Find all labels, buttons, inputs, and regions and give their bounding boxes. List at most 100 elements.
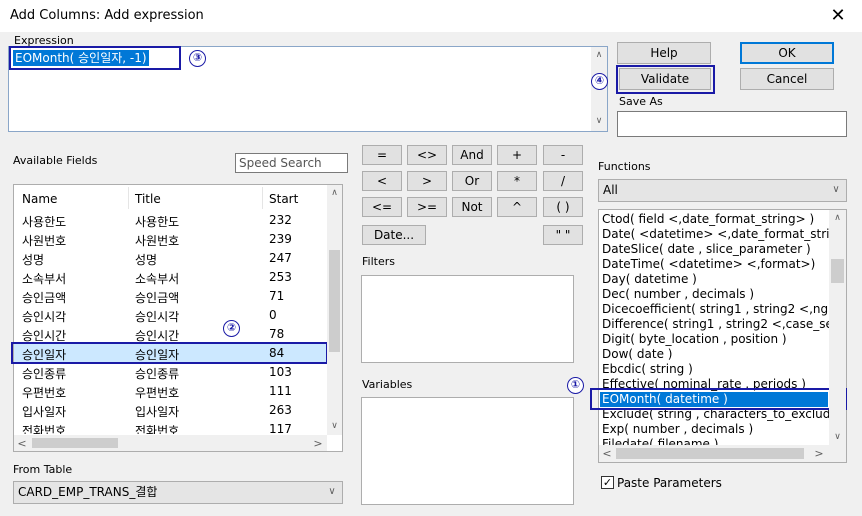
operator-not-button[interactable]: Not bbox=[452, 197, 492, 217]
functions-vertical-scrollbar[interactable] bbox=[829, 210, 846, 445]
field-start: 263 bbox=[269, 403, 292, 417]
function-item[interactable]: Exp( number , decimals ) bbox=[602, 422, 753, 437]
expression-marker: ③ bbox=[189, 50, 206, 67]
field-name[interactable]: 우편번호 bbox=[22, 384, 66, 401]
function-item[interactable]: DateTime( <datetime> <,format>) bbox=[602, 257, 815, 272]
scroll-up-icon[interactable]: ∧ bbox=[591, 50, 607, 60]
date-button[interactable]: Date... bbox=[362, 225, 426, 245]
scroll-left-icon[interactable]: < bbox=[15, 437, 29, 450]
from-table-value: CARD_EMP_TRANS_결합 bbox=[18, 485, 158, 499]
scroll-up-icon[interactable]: ∧ bbox=[327, 188, 342, 198]
operator-less-equal-button[interactable]: <= bbox=[362, 197, 402, 217]
column-divider bbox=[262, 187, 263, 209]
fields-hscroll-thumb[interactable] bbox=[32, 438, 118, 448]
field-title: 입사일자 bbox=[135, 405, 180, 419]
scroll-down-icon[interactable]: ∨ bbox=[327, 421, 342, 431]
field-title: 소속부서 bbox=[135, 272, 180, 286]
field-title: 성명 bbox=[135, 253, 158, 267]
operator-and-button[interactable]: And bbox=[452, 145, 492, 165]
scroll-down-icon[interactable]: ∨ bbox=[829, 432, 846, 442]
field-title: 전화번호 bbox=[135, 424, 180, 434]
function-item[interactable]: Day( datetime ) bbox=[602, 272, 697, 287]
save-as-label: Save As bbox=[619, 95, 663, 108]
variables-label: Variables bbox=[362, 378, 413, 391]
scroll-right-icon[interactable]: > bbox=[311, 437, 325, 450]
help-button[interactable]: Help bbox=[617, 42, 711, 64]
operator-or-button[interactable]: Or bbox=[452, 171, 492, 191]
validate-marker: ④ bbox=[591, 73, 608, 90]
field-start: 117 bbox=[269, 422, 292, 434]
operator-parentheses-button[interactable]: ( ) bbox=[543, 197, 583, 217]
variables-list[interactable] bbox=[361, 397, 574, 505]
operator-divide-button[interactable]: / bbox=[543, 171, 583, 191]
function-item[interactable]: Dec( number , decimals ) bbox=[602, 287, 754, 302]
field-start: 247 bbox=[269, 251, 292, 265]
field-name[interactable]: 사용한도 bbox=[22, 213, 66, 230]
function-item[interactable]: Dow( date ) bbox=[602, 347, 672, 362]
field-start: 253 bbox=[269, 270, 292, 284]
from-table-dropdown[interactable]: CARD_EMP_TRANS_결합 bbox=[13, 481, 343, 504]
operator-greater-equal-button[interactable]: >= bbox=[407, 197, 447, 217]
field-start: 239 bbox=[269, 232, 292, 246]
functions-scroll-thumb[interactable] bbox=[831, 259, 844, 283]
function-item[interactable]: Filedate( filename ) bbox=[602, 437, 718, 445]
scroll-down-icon[interactable]: ∨ bbox=[591, 116, 607, 126]
field-name[interactable]: 승인시각 bbox=[22, 308, 66, 325]
paste-parameters-checkbox[interactable]: ✓ bbox=[601, 476, 614, 489]
function-item[interactable]: Digit( byte_location , position ) bbox=[602, 332, 787, 347]
cancel-button[interactable]: Cancel bbox=[740, 68, 834, 90]
field-title: 우편번호 bbox=[135, 386, 180, 400]
selected-function-highlight-box bbox=[590, 388, 847, 410]
close-icon[interactable]: ✕ bbox=[826, 4, 850, 28]
column-header-title[interactable]: Title bbox=[135, 192, 161, 206]
scroll-left-icon[interactable]: < bbox=[600, 447, 614, 460]
operator-power-button[interactable]: ^ bbox=[497, 197, 537, 217]
function-item[interactable]: DateSlice( date , slice_parameter ) bbox=[602, 242, 811, 257]
operator-greater-than-button[interactable]: > bbox=[407, 171, 447, 191]
operator-not-equal-button[interactable]: <> bbox=[407, 145, 447, 165]
field-name[interactable]: 전화번호 bbox=[22, 422, 66, 434]
functions-category-dropdown[interactable]: All bbox=[598, 179, 847, 202]
field-name[interactable]: 승인금액 bbox=[22, 289, 66, 306]
speed-search-input[interactable]: Speed Search bbox=[235, 153, 348, 173]
field-name[interactable]: 소속부서 bbox=[22, 270, 66, 287]
from-table-label: From Table bbox=[13, 463, 73, 476]
column-header-start[interactable]: Start bbox=[269, 192, 298, 206]
field-title: 사용한도 bbox=[135, 215, 180, 229]
column-divider bbox=[128, 187, 129, 209]
function-item[interactable]: Dicecoefficient( string1 , string2 <,ngr… bbox=[602, 302, 829, 317]
functions-hscroll-thumb[interactable] bbox=[616, 448, 804, 459]
field-start: 78 bbox=[269, 327, 285, 341]
operator-minus-button[interactable]: - bbox=[543, 145, 583, 165]
column-header-name[interactable]: Name bbox=[22, 192, 57, 206]
operator-plus-button[interactable]: + bbox=[497, 145, 537, 165]
ok-button[interactable]: OK bbox=[740, 42, 834, 64]
field-name[interactable]: 사원번호 bbox=[22, 232, 66, 249]
function-item[interactable]: Ebcdic( string ) bbox=[602, 362, 693, 377]
available-fields-label: Available Fields bbox=[13, 154, 98, 167]
operator-equals-button[interactable]: = bbox=[362, 145, 402, 165]
fields-scroll-thumb[interactable] bbox=[329, 250, 340, 352]
scroll-right-icon[interactable]: > bbox=[812, 447, 826, 460]
function-item[interactable]: Date( <datetime> <,date_format_string>) bbox=[602, 227, 829, 242]
window-title: Add Columns: Add expression bbox=[10, 8, 204, 23]
field-name[interactable]: 입사일자 bbox=[22, 403, 66, 420]
save-as-input[interactable] bbox=[617, 111, 847, 137]
function-item[interactable]: Ctod( field <,date_format_string> ) bbox=[602, 212, 814, 227]
clipped-row: 전화번호 전화번호 117 bbox=[14, 421, 328, 434]
quote-button[interactable]: " " bbox=[543, 225, 583, 245]
field-start: 0 bbox=[269, 308, 277, 322]
expression-highlight-box bbox=[9, 46, 181, 70]
filters-list[interactable] bbox=[361, 275, 574, 363]
field-name[interactable]: 승인종류 bbox=[22, 365, 66, 382]
chevron-down-icon[interactable]: ∨ bbox=[325, 486, 339, 497]
scroll-up-icon[interactable]: ∧ bbox=[829, 213, 846, 223]
functions-label: Functions bbox=[598, 160, 651, 173]
operator-multiply-button[interactable]: * bbox=[497, 171, 537, 191]
function-item[interactable]: Difference( string1 , string2 <,case_sen… bbox=[602, 317, 829, 332]
field-name[interactable]: 성명 bbox=[22, 251, 44, 268]
checkmark-icon: ✓ bbox=[602, 476, 613, 489]
selected-field-marker: ② bbox=[223, 320, 240, 337]
chevron-down-icon[interactable]: ∨ bbox=[829, 184, 843, 195]
operator-less-than-button[interactable]: < bbox=[362, 171, 402, 191]
